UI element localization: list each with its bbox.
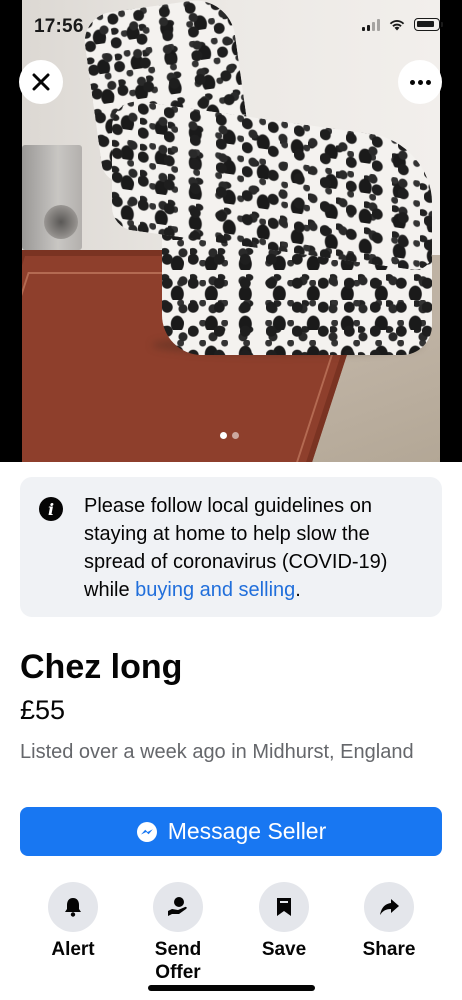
close-icon xyxy=(32,73,50,91)
battery-icon xyxy=(414,18,443,31)
save-button[interactable] xyxy=(259,882,309,932)
gallery-dot[interactable] xyxy=(232,432,239,439)
status-icons xyxy=(362,18,443,31)
send-offer-label: Send Offer xyxy=(154,939,202,983)
cellular-signal-icon xyxy=(362,18,380,31)
bookmark-icon xyxy=(277,898,291,916)
more-dot-icon xyxy=(417,79,423,85)
covid-notice: i Please follow local guidelines on stay… xyxy=(20,477,442,617)
bell-icon xyxy=(65,898,81,917)
info-icon: i xyxy=(39,497,63,521)
wifi-icon xyxy=(389,20,405,31)
send-offer-action[interactable]: Send Offer xyxy=(123,882,233,984)
save-action[interactable]: Save xyxy=(229,882,339,961)
share-button[interactable] xyxy=(364,882,414,932)
listing-location: Listed over a week ago in Midhurst, Engl… xyxy=(20,741,414,763)
more-dot-icon xyxy=(409,79,415,85)
send-offer-button[interactable] xyxy=(153,882,203,932)
more-options-button[interactable] xyxy=(398,60,442,104)
message-seller-button[interactable]: Message Seller xyxy=(20,807,442,856)
gallery-pagination xyxy=(220,432,239,439)
home-indicator[interactable] xyxy=(148,985,315,991)
send-offer-icon xyxy=(168,897,187,916)
close-button[interactable] xyxy=(19,60,63,104)
messenger-icon xyxy=(136,821,157,842)
alert-button[interactable] xyxy=(48,882,98,932)
alert-label: Alert xyxy=(51,939,95,960)
more-dot-icon xyxy=(425,79,431,85)
notice-text: Please follow local guidelines on stayin… xyxy=(84,492,429,604)
listing-price: £55 xyxy=(20,695,66,725)
gallery-dot-active[interactable] xyxy=(220,432,227,439)
share-label: Share xyxy=(362,939,416,960)
save-label: Save xyxy=(261,939,307,960)
share-arrow-icon xyxy=(380,899,399,915)
chaise-longue xyxy=(72,0,440,360)
action-bar: Alert Send Offer Save Share xyxy=(20,882,442,992)
status-bar: 17:56 xyxy=(0,0,462,52)
listing-image xyxy=(22,0,440,462)
alert-action[interactable]: Alert xyxy=(18,882,128,961)
listing-photo[interactable]: 17:56 xyxy=(0,0,462,462)
share-action[interactable]: Share xyxy=(334,882,444,961)
message-seller-label: Message Seller xyxy=(167,818,327,844)
buying-selling-link[interactable]: buying and selling xyxy=(135,579,295,601)
status-time: 17:56 xyxy=(34,16,84,37)
notice-suffix: . xyxy=(295,579,301,601)
listing-title: Chez long xyxy=(20,648,183,686)
